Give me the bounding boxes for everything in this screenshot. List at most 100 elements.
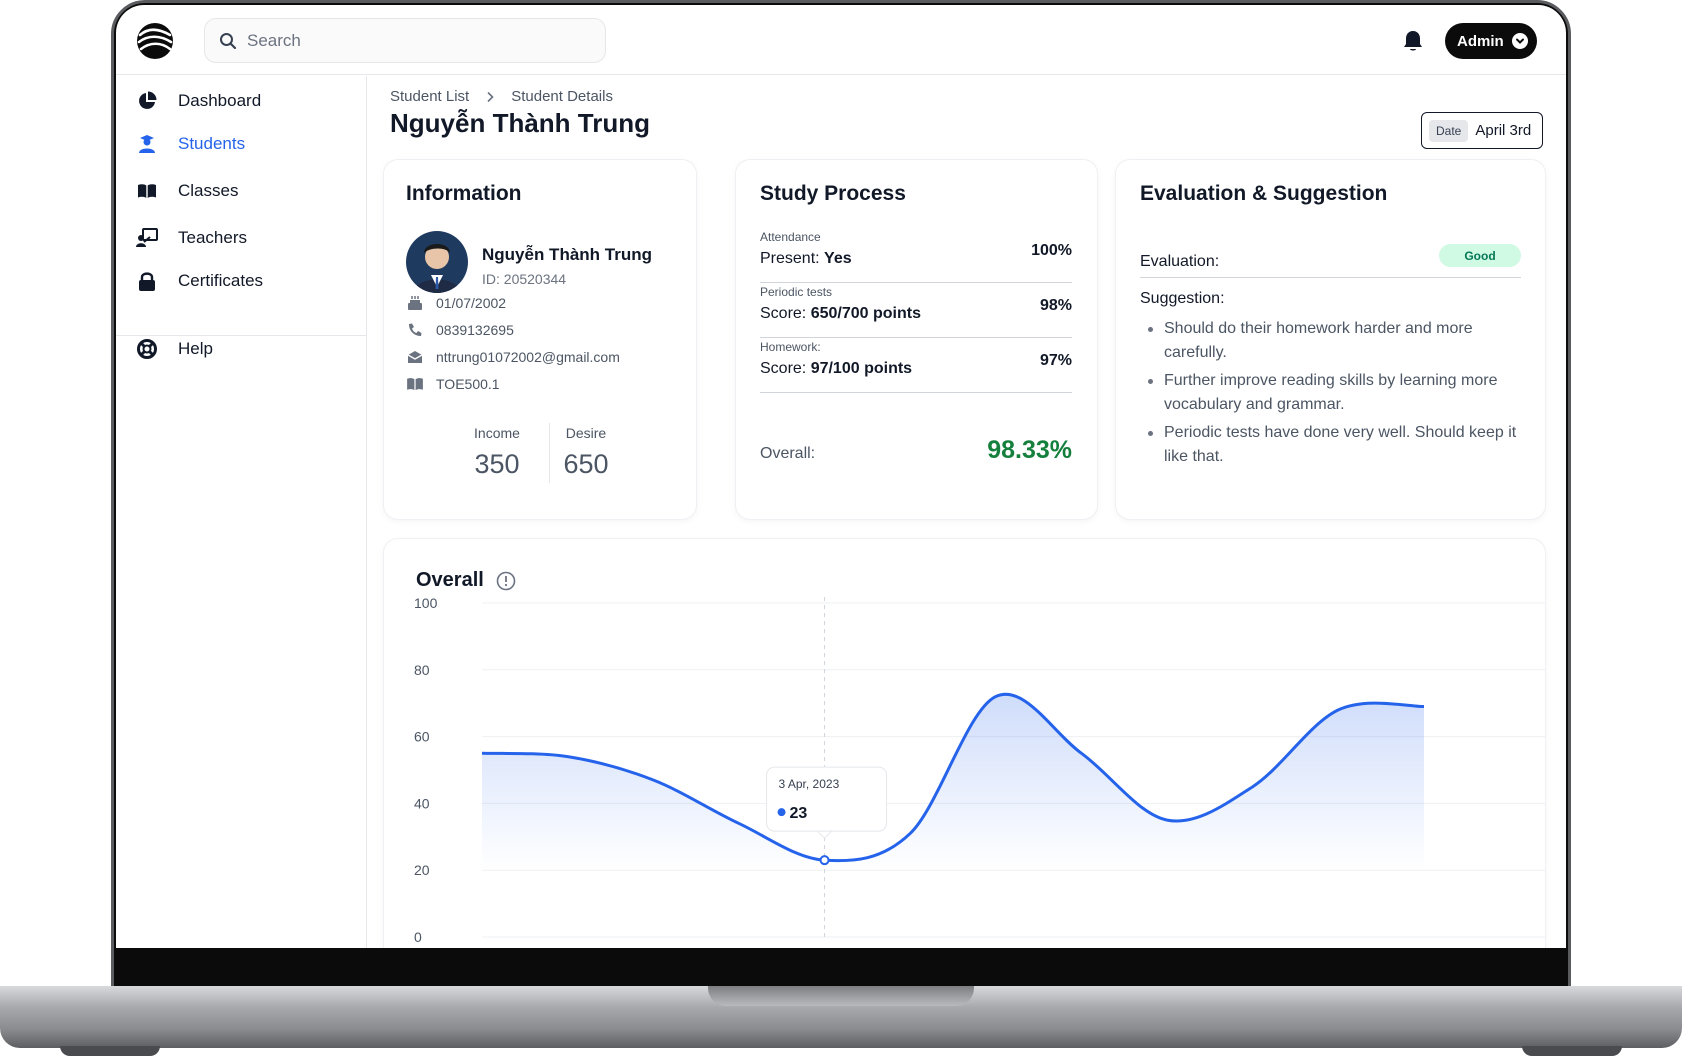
admin-label: Admin	[1457, 32, 1504, 50]
sidebar-item-teachers[interactable]: Teachers	[136, 224, 247, 252]
sidebar-item-label: Help	[178, 339, 213, 358]
search-input[interactable]	[247, 30, 577, 51]
class-text: TOE500.1	[436, 376, 500, 392]
chevron-down-icon	[1511, 33, 1528, 49]
lock-icon	[136, 270, 158, 292]
email-text: nttrung01072002@gmail.com	[436, 349, 620, 365]
overall-label: Overall:	[760, 445, 816, 462]
tooltip-date: 3 Apr, 2023	[779, 777, 840, 791]
notification-bell-icon[interactable]	[1402, 29, 1424, 53]
desire-value: 650	[563, 449, 609, 479]
overall-area-chart: 100 80 60 40 20 0 3 Apr, 2023 23	[414, 595, 1545, 945]
phone-text: 0839132695	[436, 322, 514, 338]
laptop-foot-left	[60, 1046, 160, 1056]
mail-icon	[406, 349, 424, 365]
sidebar-item-help[interactable]: Help	[136, 335, 213, 363]
income-label: Income	[474, 425, 520, 441]
breadcrumb-student-list[interactable]: Student List	[390, 88, 469, 105]
list-item: Further improve reading skills by learni…	[1140, 369, 1525, 417]
desire-label: Desire	[565, 425, 607, 441]
sidebar-item-certificates[interactable]: Certificates	[136, 267, 263, 295]
sidebar: Dashboard Students Classes Teachers Cert…	[116, 76, 367, 948]
top-bar: Admin	[116, 5, 1566, 75]
sidebar-item-students[interactable]: Students	[136, 130, 245, 158]
date-label: Date	[1429, 119, 1469, 142]
app-logo-icon[interactable]	[136, 22, 174, 60]
status-badge: Good	[1439, 244, 1521, 267]
evaluation-label: Evaluation:	[1140, 253, 1220, 270]
student-name: Nguyễn Thành Trung	[482, 245, 652, 264]
search-icon	[220, 32, 237, 49]
breadcrumb-student-details[interactable]: Student Details	[511, 88, 613, 105]
desire-stat: Desire 650	[556, 425, 616, 480]
sidebar-item-label: Dashboard	[178, 91, 262, 110]
sidebar-item-label: Classes	[178, 181, 239, 200]
sidebar-item-label: Certificates	[178, 271, 264, 290]
student-icon	[136, 133, 158, 155]
y-tick-label: 40	[414, 795, 430, 811]
y-tick-label: 60	[414, 729, 430, 745]
periodic-tests-label: Periodic tests	[760, 285, 833, 299]
book-icon	[406, 376, 424, 392]
tooltip-arrow	[816, 830, 833, 839]
student-id: ID: 20520344	[482, 271, 567, 287]
date-value: April 3rd	[1475, 122, 1532, 139]
laptop-foot-right	[1522, 1046, 1622, 1056]
attendance-value: Present: Yes	[760, 250, 852, 267]
overall-chart-card: Overall 100 80 60 40 20 0 3 Apr, 2023 23	[384, 539, 1545, 948]
book-open-icon	[136, 180, 158, 202]
search-box[interactable]	[204, 18, 606, 63]
lifebuoy-icon	[136, 338, 158, 360]
laptop-notch	[708, 986, 974, 1006]
income-value: 350	[474, 449, 520, 479]
y-tick-label: 80	[414, 662, 430, 678]
information-card: Information Nguyễn Thành Trung ID: 20520…	[384, 160, 696, 519]
page-title: Nguyễn Thành Trung	[390, 108, 650, 138]
sidebar-item-dashboard[interactable]: Dashboard	[136, 87, 261, 115]
list-item: Should do their homework harder and more…	[1140, 317, 1525, 365]
breadcrumb: Student List Student Details	[390, 88, 613, 105]
list-item: Periodic tests have done very well. Shou…	[1140, 421, 1525, 469]
information-title: Information	[406, 182, 522, 205]
avatar	[406, 231, 468, 293]
periodic-tests-percent: 98%	[1039, 297, 1072, 314]
pie-chart-icon	[136, 90, 158, 112]
y-tick-label: 20	[414, 862, 430, 878]
tooltip-series-dot	[777, 808, 786, 817]
sidebar-item-label: Students	[178, 134, 246, 153]
homework-row: Homework: Score: 97/100 points 97%	[760, 334, 1072, 393]
sidebar-item-label: Teachers	[178, 228, 247, 247]
stat-divider	[549, 423, 550, 483]
homework-percent: 97%	[1039, 352, 1072, 369]
homework-label: Homework:	[760, 340, 821, 354]
evaluation-row: Evaluation: Good	[1140, 244, 1521, 278]
date-picker[interactable]: Date April 3rd	[1421, 112, 1543, 149]
tooltip-value: 23	[790, 805, 808, 822]
attendance-row: Attendance Present: Yes 100%	[760, 224, 1072, 283]
birthday-row: 01/07/2002	[406, 295, 506, 311]
suggestion-list: Should do their homework harder and more…	[1140, 317, 1525, 473]
evaluation-card: Evaluation & Suggestion Evaluation: Good…	[1116, 160, 1545, 519]
periodic-tests-value: Score: 650/700 points	[760, 305, 921, 322]
phone-icon	[406, 322, 424, 338]
class-row: TOE500.1	[406, 376, 500, 392]
attendance-percent: 100%	[1031, 242, 1072, 259]
evaluation-title: Evaluation & Suggestion	[1140, 182, 1388, 205]
app-screen: Admin Dashboard Students	[116, 5, 1566, 948]
phone-row: 0839132695	[406, 322, 514, 338]
suggestion-label: Suggestion:	[1140, 290, 1225, 307]
laptop-frame: Admin Dashboard Students	[0, 0, 1682, 1056]
birthday-text: 01/07/2002	[436, 295, 507, 311]
admin-menu-button[interactable]: Admin	[1445, 23, 1537, 59]
cake-icon	[406, 295, 424, 311]
chevron-right-icon	[487, 91, 494, 102]
homework-value: Score: 97/100 points	[760, 360, 913, 377]
data-point	[819, 855, 830, 866]
income-stat: Income 350	[464, 425, 530, 480]
periodic-tests-row: Periodic tests Score: 650/700 points 98%	[760, 279, 1072, 338]
sidebar-item-classes[interactable]: Classes	[136, 177, 238, 205]
overall-value: 98.33%	[987, 436, 1072, 464]
study-process-card: Study Process Attendance Present: Yes 10…	[736, 160, 1097, 519]
attendance-label: Attendance	[760, 230, 821, 244]
y-tick-label: 100	[414, 595, 438, 611]
